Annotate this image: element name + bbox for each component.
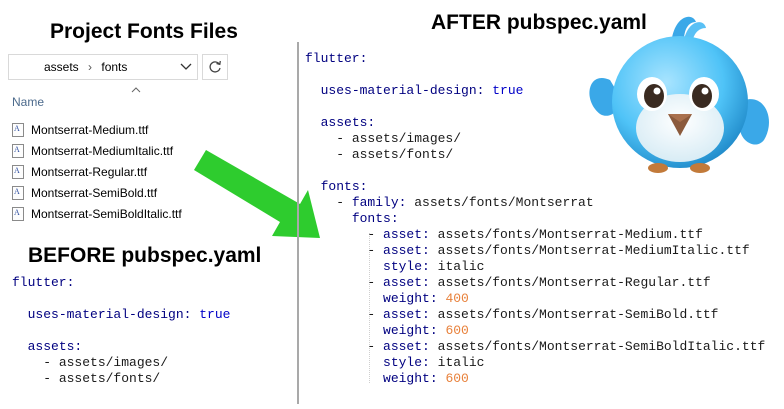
yaml-key-assets: assets: — [320, 115, 376, 130]
font-file-icon — [12, 186, 24, 200]
yaml-key-assets: assets: — [27, 339, 83, 354]
file-row[interactable]: Montserrat-Regular.ttf — [12, 162, 147, 182]
file-name: Montserrat-Regular.ttf — [31, 165, 148, 179]
yaml-asset-images: - assets/images/ — [336, 131, 462, 146]
refresh-icon — [209, 60, 221, 73]
before-yaml: flutter: uses-material-design: true asse… — [12, 275, 230, 387]
yaml-style-value: italic — [437, 259, 485, 274]
breadcrumb-fonts[interactable]: fonts — [101, 60, 127, 74]
yaml-bool-true: true — [199, 307, 231, 322]
project-fonts-heading: Project Fonts Files — [50, 20, 238, 43]
yaml-key-asset: asset: — [383, 227, 430, 242]
yaml-key-asset: asset: — [383, 339, 430, 354]
yaml-key-weight: weight: — [383, 323, 438, 338]
font-file-icon — [12, 165, 24, 179]
file-row[interactable]: Montserrat-Medium.ttf — [12, 120, 148, 140]
yaml-key-fonts-sub: fonts: — [351, 211, 399, 226]
yaml-asset-images: - assets/images/ — [43, 355, 169, 370]
yaml-family-value: assets/fonts/Montserrat — [414, 195, 594, 210]
file-row[interactable]: Montserrat-MediumItalic.ttf — [12, 141, 173, 161]
font-file-icon — [12, 207, 24, 221]
font-file-icon — [12, 144, 24, 158]
yaml-key-weight: weight: — [383, 291, 438, 306]
yaml-key-style: style: — [383, 259, 430, 274]
yaml-asset-fonts: - assets/fonts/ — [336, 147, 454, 162]
sort-ascending-icon — [131, 87, 141, 93]
yaml-key-style: style: — [383, 355, 430, 370]
panel-divider — [297, 42, 299, 404]
yaml-weight-value: 600 — [445, 371, 469, 386]
yaml-key-uses-material-design: uses-material-design: — [320, 83, 485, 98]
yaml-key-asset: asset: — [383, 275, 430, 290]
yaml-weight-value: 600 — [445, 323, 469, 338]
yaml-key-fonts: fonts: — [320, 179, 368, 194]
font-file-icon — [12, 123, 24, 137]
yaml-asset-path: assets/fonts/Montserrat-SemiBoldItalic.t… — [437, 339, 766, 354]
file-row[interactable]: Montserrat-SemiBold.ttf — [12, 183, 157, 203]
yaml-key-uses-material-design: uses-material-design: — [27, 307, 192, 322]
file-name: Montserrat-SemiBoldItalic.ttf — [31, 207, 182, 221]
file-name: Montserrat-Medium.ttf — [31, 123, 149, 137]
file-name: Montserrat-SemiBold.ttf — [31, 186, 158, 200]
yaml-asset-path: assets/fonts/Montserrat-MediumItalic.ttf — [437, 243, 750, 258]
chevron-down-icon[interactable] — [180, 62, 192, 72]
refresh-button[interactable] — [202, 54, 228, 80]
file-name: Montserrat-MediumItalic.ttf — [31, 144, 174, 158]
yaml-style-value: italic — [437, 355, 485, 370]
file-row[interactable]: Montserrat-SemiBoldItalic.ttf — [12, 204, 182, 224]
yaml-asset-path: assets/fonts/Montserrat-SemiBold.ttf — [437, 307, 719, 322]
yaml-key-weight: weight: — [383, 371, 438, 386]
yaml-asset-path: assets/fonts/Montserrat-Medium.ttf — [437, 227, 703, 242]
yaml-asset-path: assets/fonts/Montserrat-Regular.ttf — [437, 275, 711, 290]
dash-mascot-image — [589, 16, 769, 173]
yaml-weight-value: 400 — [445, 291, 469, 306]
yaml-key-asset: asset: — [383, 307, 430, 322]
column-header-name[interactable]: Name — [12, 95, 44, 109]
yaml-asset-fonts: - assets/fonts/ — [43, 371, 161, 386]
yaml-bool-true: true — [492, 83, 524, 98]
yaml-key-asset: asset: — [383, 243, 430, 258]
breadcrumb-assets[interactable]: assets — [44, 60, 79, 74]
yaml-key-flutter: flutter: — [305, 51, 368, 66]
yaml-key-flutter: flutter: — [12, 275, 75, 290]
yaml-key-family: family: — [351, 195, 407, 210]
breadcrumb: assets › fonts — [40, 60, 127, 74]
breadcrumb-separator: › — [88, 60, 93, 74]
